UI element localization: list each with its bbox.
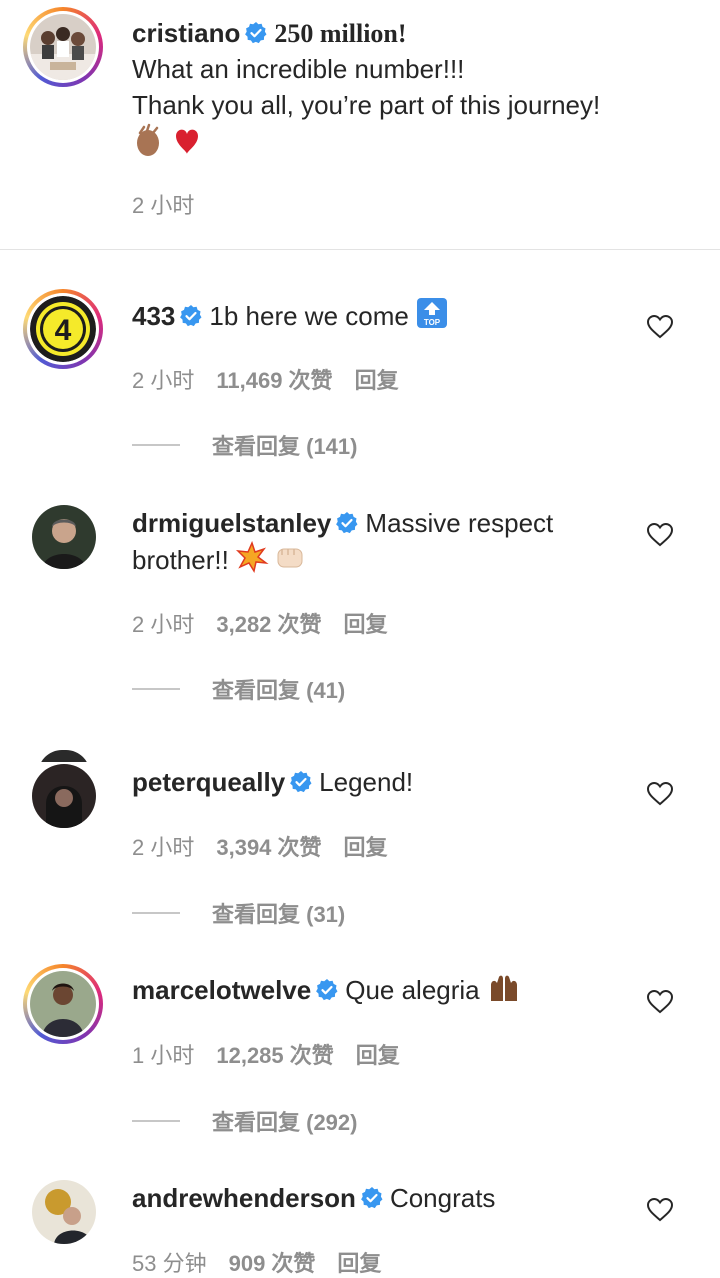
verified-badge-icon (361, 1187, 383, 1209)
comment-text: Que alegria (345, 975, 480, 1005)
reply-button[interactable]: 回复 (344, 612, 388, 637)
avatar[interactable]: 4 (23, 289, 103, 369)
view-replies-button[interactable]: 查看回复 (141) (132, 429, 357, 461)
comment-likes[interactable]: 909 次赞 (229, 1251, 316, 1276)
reply-button[interactable]: 回复 (337, 1251, 381, 1276)
raising-hands-emoji-icon (490, 975, 517, 1001)
post-headline: 250 million! (274, 19, 407, 48)
post-caption: cristiano 250 million! What an incredible… (0, 0, 720, 250)
verified-badge-icon (245, 22, 267, 44)
divider-line (132, 912, 180, 914)
svg-text:4: 4 (55, 314, 72, 347)
divider-line (132, 688, 180, 690)
comment-text: Massive respect (365, 508, 554, 538)
clap-heart-emoji-icon (137, 123, 198, 156)
verified-badge-icon (316, 979, 338, 1001)
scroll-artifact (0, 740, 720, 762)
comment-time: 1 小时 (132, 1043, 195, 1068)
avatar[interactable] (32, 764, 96, 828)
divider (0, 249, 720, 250)
avatar[interactable] (32, 505, 96, 569)
like-heart-icon[interactable] (646, 780, 674, 808)
top-arrow-emoji-icon: TOP (417, 298, 448, 328)
view-replies-label: 查看回复 (31) (212, 902, 346, 927)
post-line-2: Thank you all, you’re part of this journ… (132, 90, 601, 120)
comment-time: 2 小时 (132, 612, 195, 637)
comment-username[interactable]: andrewhenderson (132, 1183, 356, 1213)
reply-button[interactable]: 回复 (344, 835, 388, 860)
like-heart-icon[interactable] (646, 1196, 674, 1224)
comment-username[interactable]: drmiguelstanley (132, 508, 331, 538)
verified-badge-icon (336, 512, 358, 534)
comment-likes[interactable]: 12,285 次赞 (216, 1043, 333, 1068)
avatar[interactable] (23, 964, 103, 1044)
comment-text-continued: brother!! (132, 545, 229, 575)
comment-likes[interactable]: 3,394 次赞 (216, 835, 321, 860)
reply-button[interactable]: 回复 (356, 1043, 400, 1068)
post-time: 2 小时 (132, 193, 195, 218)
post-author-username[interactable]: cristiano (132, 18, 240, 48)
view-replies-button[interactable]: 查看回复 (41) (132, 673, 345, 705)
like-heart-icon[interactable] (646, 313, 674, 341)
view-replies-label: 查看回复 (292) (212, 1110, 358, 1135)
comment-time: 2 小时 (132, 368, 195, 393)
divider-line (132, 1120, 180, 1122)
view-replies-label: 查看回复 (141) (212, 434, 358, 459)
comment-time: 53 分钟 (132, 1251, 207, 1276)
svg-text:TOP: TOP (424, 318, 441, 327)
view-replies-button[interactable]: 查看回复 (292) (132, 1105, 357, 1137)
comment-text: 1b here we come (209, 301, 409, 331)
post-line-1: What an incredible number!!! (132, 54, 465, 84)
post-author-avatar[interactable] (23, 7, 103, 87)
reply-button[interactable]: 回复 (355, 368, 399, 393)
comment-username[interactable]: marcelotwelve (132, 975, 311, 1005)
collision-fist-emoji-icon (236, 541, 303, 573)
verified-badge-icon (180, 305, 202, 327)
comment-time: 2 小时 (132, 835, 195, 860)
post-emojis (132, 123, 204, 164)
avatar[interactable] (32, 1180, 96, 1244)
view-replies-button[interactable]: 查看回复 (31) (132, 897, 345, 929)
like-heart-icon[interactable] (646, 988, 674, 1016)
comment-username[interactable]: peterqueally (132, 767, 285, 797)
comment-text: Legend! (319, 767, 414, 797)
verified-badge-icon (290, 771, 312, 793)
divider-line (132, 444, 180, 446)
view-replies-label: 查看回复 (41) (212, 678, 346, 703)
comment-likes[interactable]: 3,282 次赞 (216, 612, 321, 637)
comment-likes[interactable]: 11,469 次赞 (216, 368, 332, 393)
comment-username[interactable]: 433 (132, 301, 175, 331)
like-heart-icon[interactable] (646, 521, 674, 549)
comment-text: Congrats (389, 1183, 496, 1213)
